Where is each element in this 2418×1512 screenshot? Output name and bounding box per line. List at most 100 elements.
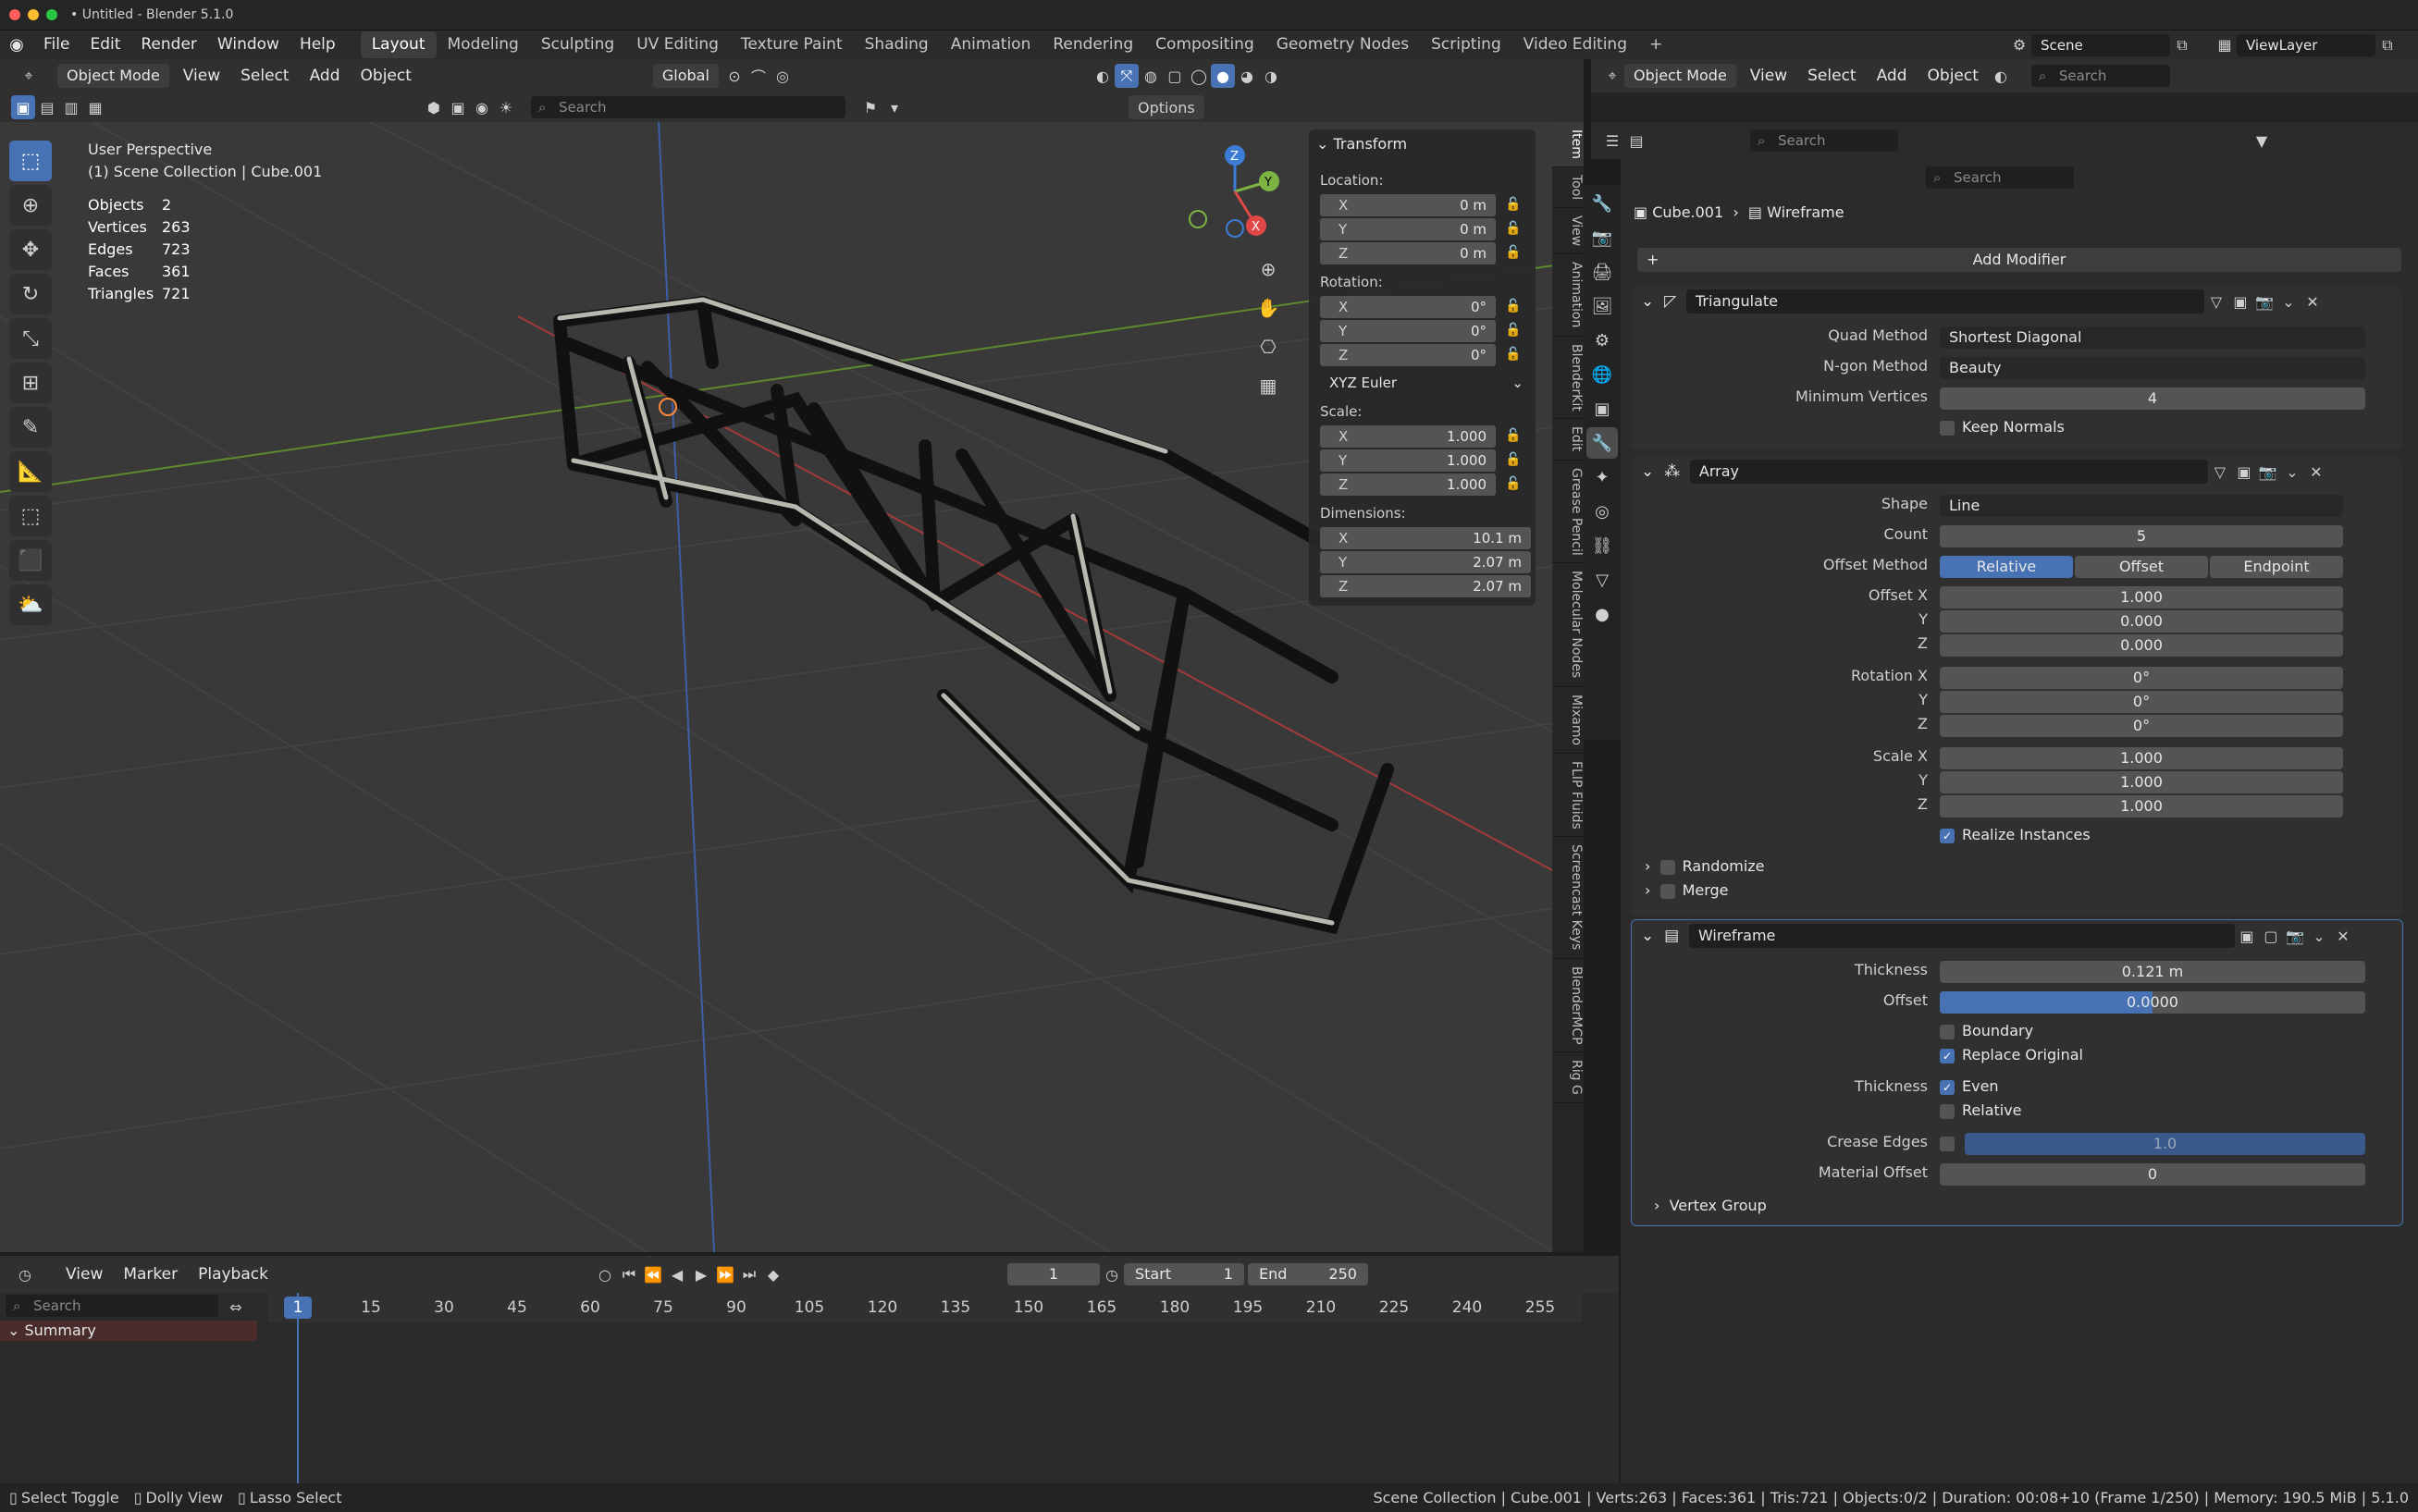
tab-compositing[interactable]: Compositing — [1144, 31, 1265, 58]
viewport-menu-select[interactable]: Select — [230, 62, 299, 91]
filter-icon[interactable]: ▼ — [2250, 129, 2274, 153]
min-vertices-field[interactable]: 4 — [1940, 387, 2365, 410]
scale-y-field[interactable]: Y 1.000 — [1320, 449, 1496, 472]
realtime-toggle-icon[interactable]: ▢ — [2259, 924, 2283, 948]
scale-tool-icon[interactable]: ⤡ — [9, 318, 52, 359]
wireframe-shading-icon[interactable]: ◯ — [1187, 64, 1211, 88]
properties-search-input[interactable]: ⌕ Search — [1926, 166, 2074, 189]
tab-animation[interactable]: Animation — [940, 31, 1042, 58]
crease-edges-field[interactable]: 1.0 — [1965, 1133, 2365, 1155]
quad-method-dropdown[interactable]: Shortest Diagonal — [1940, 326, 2365, 349]
collapse-chevron-icon[interactable]: ⌄ — [1641, 927, 1654, 945]
sidebar-tab-edit[interactable]: Edit — [1552, 419, 1584, 461]
render-toggle-icon[interactable]: 📷 — [2283, 924, 2307, 948]
dimensions-y-field[interactable]: Y 2.07 m — [1320, 551, 1531, 573]
ngon-method-dropdown[interactable]: Beauty — [1940, 357, 2365, 379]
perspective-toggle-icon[interactable]: ▦ — [1251, 368, 1286, 403]
snap-icon[interactable]: ⌒ — [746, 64, 771, 88]
menu-edit[interactable]: Edit — [80, 31, 130, 59]
material-shading-icon[interactable]: ◕ — [1235, 64, 1259, 88]
sidebar-tab-molecular-nodes[interactable]: Molecular Nodes — [1552, 563, 1584, 687]
timeline-menu-view[interactable]: View — [56, 1260, 113, 1289]
location-y-field[interactable]: Y 0 m — [1320, 218, 1496, 240]
display-mode-icon[interactable]: ▤ — [1624, 129, 1648, 153]
clock-icon[interactable]: ◷ — [1100, 1262, 1124, 1286]
shape-dropdown[interactable]: Line — [1940, 495, 2343, 517]
scene-icon[interactable]: ⚙ — [2007, 33, 2031, 57]
viewport-toggle-icon[interactable]: ▣ — [2235, 924, 2259, 948]
gizmo-toggle-icon[interactable]: ⤧ — [1114, 64, 1139, 88]
physics-tab-icon[interactable]: ◎ — [1586, 496, 1618, 527]
modifier-tab-icon[interactable]: 🔧 — [1586, 427, 1618, 459]
select-extend-icon[interactable]: ▤ — [35, 95, 59, 119]
render-toggle-icon[interactable]: 📷 — [2256, 460, 2280, 484]
edit-mode-toggle-icon[interactable]: ▽ — [2204, 289, 2228, 313]
add-primitive-tool-icon[interactable]: ⬛ — [9, 540, 52, 581]
filter-visible-icon[interactable]: ⬢ — [422, 95, 446, 119]
vertex-group-subpanel[interactable]: › Vertex Group — [1654, 1197, 1767, 1214]
xray-icon[interactable]: ▢ — [1163, 64, 1187, 88]
tab-uv-editing[interactable]: UV Editing — [625, 31, 730, 58]
offset-x-field[interactable]: 1.000 — [1940, 586, 2343, 608]
tab-texture-paint[interactable]: Texture Paint — [730, 31, 854, 58]
output-tab-icon[interactable]: 🖨 — [1586, 256, 1618, 288]
next-keyframe-icon[interactable]: ⏩ — [713, 1262, 737, 1286]
visibility-icon[interactable]: ◐ — [1091, 64, 1115, 88]
wireframe-name-field[interactable]: Wireframe — [1688, 924, 2235, 948]
sidebar-tab-item[interactable]: Item — [1552, 122, 1584, 167]
particles-tab-icon[interactable]: ✦ — [1586, 461, 1618, 493]
rotation-x-field[interactable]: 0° — [1940, 667, 2343, 689]
keying-icon[interactable]: ◆ — [761, 1262, 785, 1286]
move-tool-icon[interactable]: ✥ — [9, 229, 52, 270]
pan-hand-icon[interactable]: ✋ — [1251, 290, 1286, 326]
viewport-search-input[interactable]: ⌕ Search — [531, 96, 845, 118]
properties-menu-add[interactable]: Add — [1867, 62, 1918, 91]
rotation-z-field[interactable]: Z 0° — [1320, 344, 1496, 366]
cursor-tool-icon[interactable]: ⊕ — [9, 185, 52, 226]
scene-selector[interactable]: Scene — [2031, 33, 2170, 56]
current-frame-field[interactable]: 1 — [1006, 1263, 1100, 1285]
close-window-button[interactable] — [9, 9, 20, 20]
menu-render[interactable]: Render — [130, 31, 207, 59]
zoom-window-button[interactable] — [46, 9, 57, 20]
sidebar-tab-tool[interactable]: Tool — [1552, 167, 1584, 209]
offset-method-offset[interactable]: Offset — [2075, 556, 2208, 578]
collapse-chevron-icon[interactable]: ⌄ — [1641, 462, 1654, 481]
scale-z-field[interactable]: Z 1.000 — [1320, 473, 1496, 496]
randomize-subpanel[interactable]: › Randomize — [1645, 857, 1765, 875]
sidebar-tab-blenderkit[interactable]: BlenderKit — [1552, 337, 1584, 420]
transform-tool-icon[interactable]: ⊞ — [9, 363, 52, 403]
outliner-type-icon[interactable]: ☰ — [1600, 129, 1624, 153]
editor-type-icon[interactable]: ⌖ — [1600, 64, 1624, 88]
tab-rendering[interactable]: Rendering — [1042, 31, 1144, 58]
viewport-toggle-icon[interactable]: ▣ — [2232, 460, 2256, 484]
jump-end-icon[interactable]: ⏭ — [737, 1262, 761, 1286]
dimensions-x-field[interactable]: X 10.1 m — [1320, 527, 1531, 549]
filter-light-icon[interactable]: ☀ — [494, 95, 518, 119]
thickness-field[interactable]: 0.121 m — [1940, 961, 2365, 983]
minimize-window-button[interactable] — [28, 9, 39, 20]
sidebar-tab-flip-fluids[interactable]: FLIP Fluids — [1552, 754, 1584, 838]
properties-menu-select[interactable]: Select — [1797, 62, 1866, 91]
even-checkbox[interactable]: ✓ Even — [1940, 1077, 1999, 1095]
select-invert-icon[interactable]: ▦ — [83, 95, 107, 119]
scale-y-field[interactable]: 1.000 — [1940, 771, 2343, 793]
dropdown-icon[interactable]: ⌄ — [2276, 289, 2301, 313]
timeline-menu-playback[interactable]: Playback — [188, 1260, 278, 1289]
viewport-toggle-icon[interactable]: ▣ — [2228, 289, 2252, 313]
sidebar-tab-blendermcp[interactable]: BlenderMCP — [1552, 959, 1584, 1053]
zoom-icon[interactable]: ⊕ — [1251, 252, 1286, 287]
tab-layout[interactable]: Layout — [360, 31, 437, 58]
render-toggle-icon[interactable]: 📷 — [2252, 289, 2276, 313]
rotation-mode-dropdown[interactable]: XYZ Euler ⌄ — [1320, 372, 1531, 394]
offset-y-field[interactable]: 0.000 — [1940, 610, 2343, 633]
lock-icon[interactable]: 🔓 — [1505, 221, 1521, 236]
add-workspace-icon[interactable]: + — [1638, 31, 1673, 58]
sidebar-tab-screencast-keys[interactable]: Screencast Keys — [1552, 837, 1584, 959]
rotation-x-field[interactable]: X 0° — [1320, 296, 1496, 318]
properties-menu-view[interactable]: View — [1740, 62, 1797, 91]
timeline-track-area[interactable]: 1 15 30 45 60 75 90 105 120 135 150 165 180 195 210 225… — [268, 1293, 1582, 1483]
sidebar-tab-view[interactable]: View — [1552, 208, 1584, 255]
timeline-menu-marker[interactable]: Marker — [113, 1260, 188, 1289]
bookmark-icon[interactable]: ⚑ — [858, 95, 882, 119]
